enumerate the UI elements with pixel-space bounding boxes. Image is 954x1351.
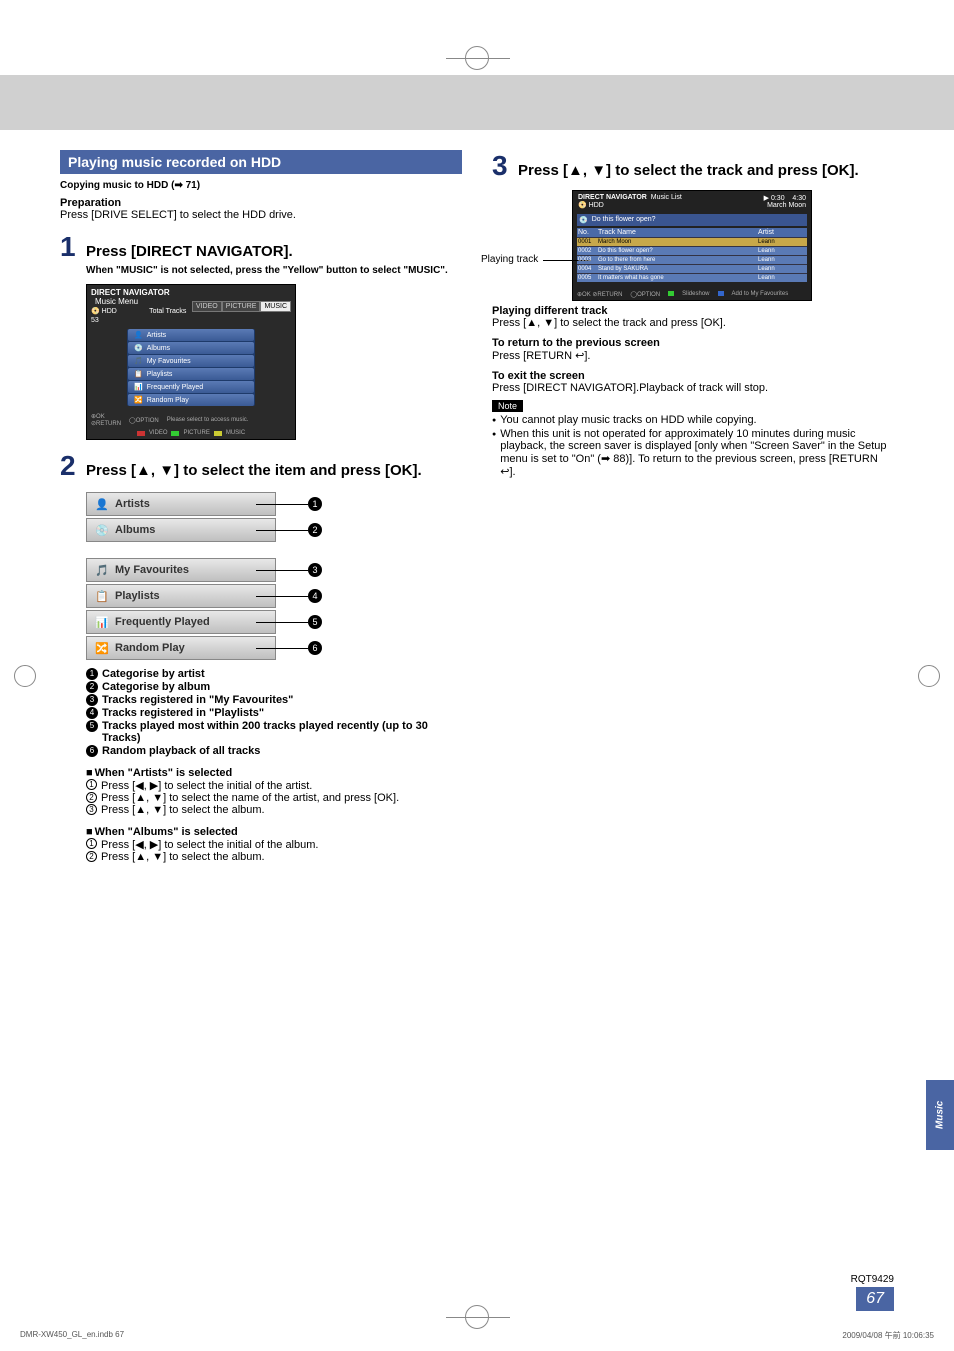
preparation-label: Preparation <box>60 197 462 209</box>
registration-mark <box>465 46 489 70</box>
section-title: Playing music recorded on HDD <box>60 150 462 174</box>
ss1-hdd: HDD <box>102 308 117 315</box>
step-number: 1 <box>60 231 86 263</box>
ss1-item-albums: 💿 Albums <box>128 342 254 354</box>
rqt-code: RQT9429 <box>851 1274 894 1285</box>
play-diff-text: Press [▲, ▼] to select the track and pre… <box>492 317 894 329</box>
registration-mark <box>14 665 36 687</box>
albums-heading: When "Albums" is selected <box>86 826 462 838</box>
ss1-tab-picture: PICTURE <box>222 301 261 312</box>
music-list-screenshot: Playing track DIRECT NAVIGATOR Music Lis… <box>572 190 812 301</box>
note-label: Note <box>492 400 523 412</box>
cat-playlists: 📋Playlists <box>86 584 276 608</box>
artists-heading: When "Artists" is selected <box>86 767 462 779</box>
exit-text: Press [DIRECT NAVIGATOR].Playback of tra… <box>492 382 894 394</box>
play-diff-head: Playing different track <box>492 305 894 317</box>
step3-title: Press [▲, ▼] to select the track and pre… <box>518 162 859 179</box>
step-number: 2 <box>60 450 86 482</box>
cat-albums: 💿Albums <box>86 518 276 542</box>
ss1-item-freq: 📊 Frequently Played <box>128 381 254 393</box>
ss1-subtitle: Music Menu <box>95 297 138 306</box>
copying-link: Copying music to HDD (➡ 71) <box>60 180 462 191</box>
step1-sub: When "MUSIC" is not selected, press the … <box>86 265 462 276</box>
header-band <box>0 75 954 130</box>
cat-random: 🔀Random Play <box>86 636 276 660</box>
print-footer: DMR-XW450_GL_en.indb 67 2009/04/08 午前 10… <box>20 1330 934 1341</box>
cat-artists: 👤Artists <box>86 492 276 516</box>
footer-left: DMR-XW450_GL_en.indb 67 <box>20 1330 124 1341</box>
ss1-tab-music: MUSIC <box>260 301 291 312</box>
cat-freq: 📊Frequently Played <box>86 610 276 634</box>
ss1-tab-video: VIDEO <box>192 301 222 312</box>
ss1-item-artists: 👤 Artists <box>128 329 254 341</box>
ss1-item-fav: 🎵 My Favourites <box>128 355 254 367</box>
legend: 1Categorise by artist 2Categorise by alb… <box>86 668 462 757</box>
return-text: Press [RETURN ↩]. <box>492 349 894 362</box>
playing-track-label: Playing track <box>481 254 538 265</box>
registration-mark <box>465 1305 489 1329</box>
preparation-text: Press [DRIVE SELECT] to select the HDD d… <box>60 209 462 221</box>
registration-mark <box>918 665 940 687</box>
footer-right: 2009/04/08 午前 10:06:35 <box>842 1330 934 1341</box>
step1-title: Press [DIRECT NAVIGATOR]. <box>86 243 293 260</box>
ss1-item-random: 🔀 Random Play <box>128 394 254 406</box>
step-number: 3 <box>492 150 518 182</box>
page-number: 67 <box>856 1287 894 1311</box>
side-tab-music: Music <box>926 1080 954 1150</box>
cat-fav: 🎵My Favourites <box>86 558 276 582</box>
ss1-item-playlists: 📋 Playlists <box>128 368 254 380</box>
return-head: To return to the previous screen <box>492 337 894 349</box>
category-list: 👤Artists1 💿Albums2 🎵My Favourites3 📋Play… <box>86 492 276 660</box>
notes: You cannot play music tracks on HDD whil… <box>492 414 894 478</box>
exit-head: To exit the screen <box>492 370 894 382</box>
ss1-title: DIRECT NAVIGATOR <box>91 288 170 297</box>
step2-title: Press [▲, ▼] to select the item and pres… <box>86 462 422 479</box>
page-number-block: RQT9429 67 <box>851 1274 894 1311</box>
music-menu-screenshot: DIRECT NAVIGATOR Music Menu 📀 HDD Total … <box>86 284 296 440</box>
